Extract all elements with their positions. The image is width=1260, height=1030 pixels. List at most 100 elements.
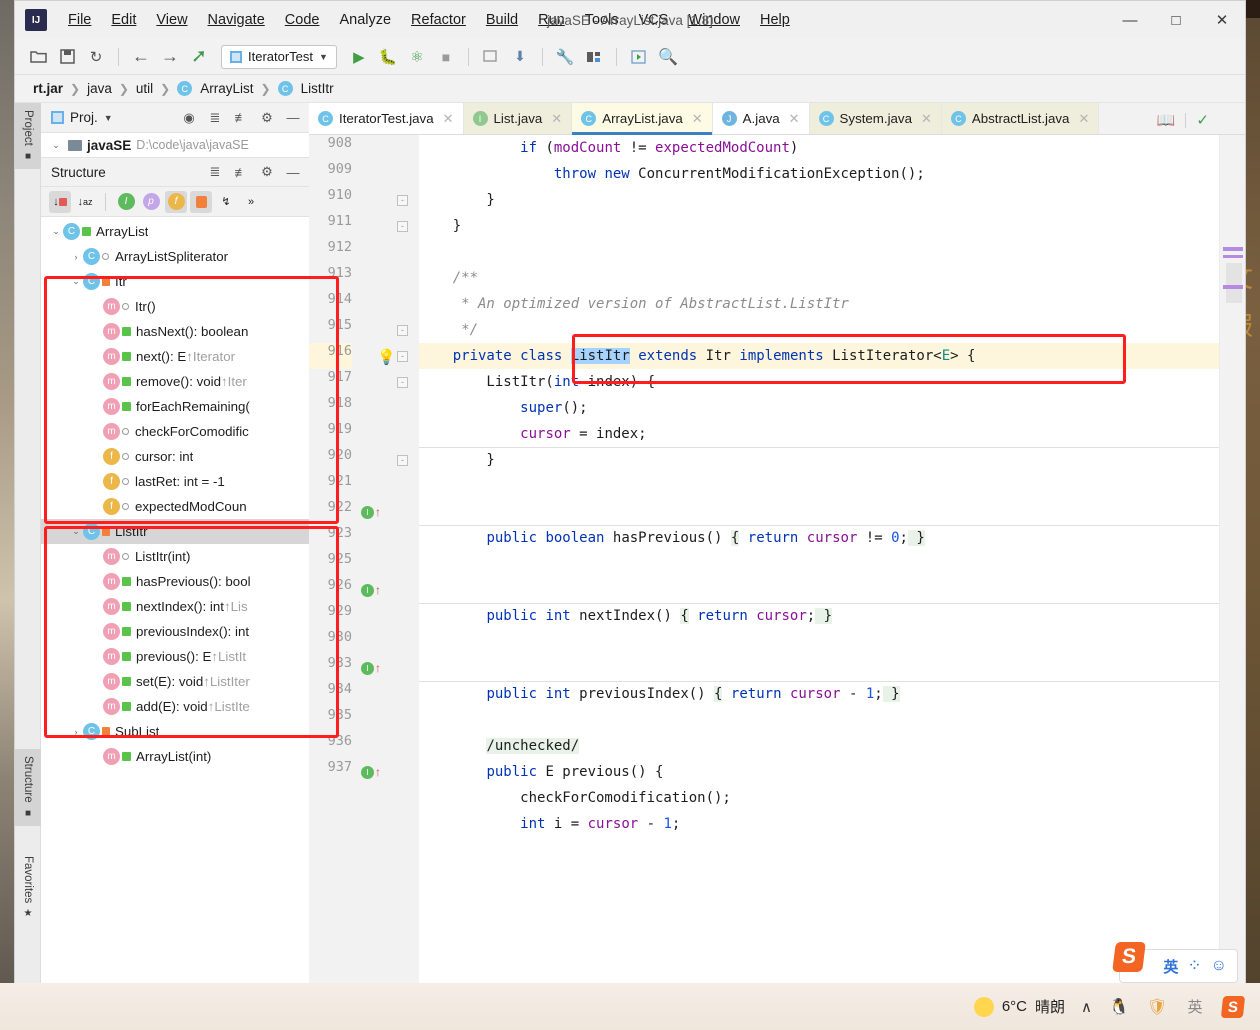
line-number[interactable]: 914 xyxy=(309,291,352,317)
structure-tree-item[interactable]: flastRet: int = -1 xyxy=(41,469,309,494)
inspections-ok-icon[interactable]: ✓ xyxy=(1196,111,1209,129)
minimize-button[interactable]: — xyxy=(1107,1,1153,39)
code-line[interactable]: public boolean hasPrevious() { return cu… xyxy=(419,525,1219,551)
close-icon[interactable]: ✕ xyxy=(789,111,800,127)
line-number[interactable]: 910 xyxy=(309,187,352,213)
show-inherited-icon[interactable]: I xyxy=(115,191,137,213)
implementing-method-icon[interactable]: I↑ xyxy=(361,583,381,597)
run-configuration-selector[interactable]: IteratorTest ▼ xyxy=(221,45,337,69)
sync-icon[interactable]: ↻ xyxy=(83,44,109,70)
editor-tab[interactable]: CSystem.java✕ xyxy=(810,103,942,134)
rail-button-project[interactable]: Project ■ xyxy=(15,103,41,169)
code-folding-icon[interactable]: - xyxy=(397,377,408,388)
structure-tree-item[interactable]: mforEachRemaining( xyxy=(41,394,309,419)
line-number[interactable]: 930 xyxy=(309,629,352,655)
line-number[interactable]: 918 xyxy=(309,395,352,421)
ime-floating-bar[interactable]: S 英 ⁘ ☺ xyxy=(1119,949,1238,983)
structure-tree-item[interactable]: fcursor: int xyxy=(41,444,309,469)
breadcrumb-item-rtjar[interactable]: rt.jar xyxy=(33,81,63,96)
line-number[interactable]: 913 xyxy=(309,265,352,291)
code-line[interactable]: int i = cursor - 1; xyxy=(419,811,1219,837)
code-line[interactable]: public int previousIndex() { return curs… xyxy=(419,681,1219,707)
menu-analyze[interactable]: Analyze xyxy=(330,8,400,32)
chevron-down-icon[interactable]: ⌄ xyxy=(49,140,63,151)
line-number[interactable]: 925 xyxy=(309,551,352,577)
twisty-icon[interactable]: ⌄ xyxy=(69,276,83,287)
menu-help[interactable]: Help xyxy=(751,8,799,32)
sogou-icon[interactable]: S xyxy=(1221,996,1245,1018)
chevron-down-icon[interactable]: ▼ xyxy=(104,113,113,123)
code-line[interactable]: public E previous() { xyxy=(419,759,1219,785)
twisty-icon[interactable]: ⌄ xyxy=(69,526,83,537)
menu-edit[interactable]: Edit xyxy=(102,8,145,32)
line-number[interactable]: 935 xyxy=(309,707,352,733)
show-fields-icon[interactable]: f xyxy=(165,191,187,213)
sort-by-visibility-icon[interactable]: ↓ xyxy=(49,191,71,213)
expand-all-icon[interactable]: ≣ xyxy=(205,108,225,128)
jump-to-source-icon[interactable]: ➚ xyxy=(186,44,212,70)
code-folding-icon[interactable]: - xyxy=(397,195,408,206)
close-icon[interactable]: ✕ xyxy=(921,111,932,127)
line-number[interactable]: 915 xyxy=(309,317,352,343)
rail-button-favorites[interactable]: Favorites ★ xyxy=(15,849,41,926)
gear-icon[interactable]: ⚙ xyxy=(257,108,277,128)
tray-chevron-icon[interactable]: ∧ xyxy=(1081,998,1092,1016)
code-line[interactable] xyxy=(419,551,1219,577)
shield-icon[interactable]: 🛡 xyxy=(1146,996,1168,1018)
code-line[interactable] xyxy=(419,655,1219,681)
structure-tree-item[interactable]: fexpectedModCoun xyxy=(41,494,309,519)
structure-tree-item[interactable]: mItr() xyxy=(41,294,309,319)
code-line[interactable] xyxy=(419,707,1219,733)
code-line[interactable]: /unchecked/ xyxy=(419,733,1219,759)
maximize-button[interactable]: □ xyxy=(1153,1,1199,39)
code-line[interactable]: checkForComodification(); xyxy=(419,785,1219,811)
gutter-markers[interactable]: ------I↑I↑I↑I↑💡 xyxy=(359,135,419,1001)
debug-icon[interactable]: 🐛 xyxy=(375,44,401,70)
show-properties-icon[interactable]: p xyxy=(140,191,162,213)
code-folding-icon[interactable]: - xyxy=(397,351,408,362)
implementing-method-icon[interactable]: I↑ xyxy=(361,661,381,675)
update-app-icon[interactable] xyxy=(478,44,504,70)
twisty-icon[interactable]: › xyxy=(69,252,83,262)
structure-tree-item[interactable]: mset(E): void ↑ListIter xyxy=(41,669,309,694)
structure-tree[interactable]: ⌄CArrayList›CArrayListSpliterator⌄CItrmI… xyxy=(41,217,309,1001)
twisty-icon[interactable]: ⌄ xyxy=(49,226,63,237)
structure-tree-item[interactable]: mpreviousIndex(): int xyxy=(41,619,309,644)
collapse-all-icon[interactable]: ≢ xyxy=(231,162,251,182)
reader-mode-icon[interactable]: 📖 xyxy=(1157,111,1176,129)
structure-panel-title[interactable]: Structure xyxy=(51,165,106,180)
source-code[interactable]: if (modCount != expectedModCount) throw … xyxy=(419,135,1219,1001)
structure-tree-item[interactable]: madd(E): void ↑ListIte xyxy=(41,694,309,719)
menu-navigate[interactable]: Navigate xyxy=(199,8,274,32)
code-line[interactable]: throw new ConcurrentModificationExceptio… xyxy=(419,161,1219,187)
sogou-logo-icon[interactable]: S xyxy=(1113,942,1147,972)
editor-tab[interactable]: CIteratorTest.java✕ xyxy=(309,103,464,134)
line-number[interactable]: 921 xyxy=(309,473,352,499)
line-number[interactable]: 917 xyxy=(309,369,352,395)
minimize-icon[interactable]: — xyxy=(283,108,303,128)
show-hierarchy-icon[interactable]: ↯ xyxy=(215,191,237,213)
sort-alphabetically-icon[interactable]: ↓az xyxy=(74,191,96,213)
code-folding-icon[interactable]: - xyxy=(397,325,408,336)
line-number[interactable]: 936 xyxy=(309,733,352,759)
gear-icon[interactable]: ⚙ xyxy=(257,162,277,182)
line-number[interactable]: 929 xyxy=(309,603,352,629)
close-button[interactable]: ✕ xyxy=(1199,1,1245,39)
lightbulb-icon[interactable]: 💡 xyxy=(377,348,396,366)
line-number[interactable]: 934 xyxy=(309,681,352,707)
open-folder-icon[interactable] xyxy=(25,44,51,70)
close-icon[interactable]: ✕ xyxy=(443,111,454,127)
structure-tree-item[interactable]: mArrayList(int) xyxy=(41,744,309,769)
expand-all-icon[interactable]: ≣ xyxy=(205,162,225,182)
code-line[interactable]: super(); xyxy=(419,395,1219,421)
structure-tree-item[interactable]: ⌄CItr xyxy=(41,269,309,294)
code-line[interactable]: ListItr(int index) { xyxy=(419,369,1219,395)
breadcrumb-item-arraylist[interactable]: ArrayList xyxy=(200,81,253,96)
code-line[interactable] xyxy=(419,499,1219,525)
locate-icon[interactable]: ◉ xyxy=(179,108,199,128)
ime-mode-label[interactable]: 英 xyxy=(1163,956,1178,977)
collapse-all-icon[interactable]: ≢ xyxy=(231,108,251,128)
stop-icon[interactable]: ■ xyxy=(433,44,459,70)
code-line[interactable]: */ xyxy=(419,317,1219,343)
code-line[interactable]: public int nextIndex() { return cursor; … xyxy=(419,603,1219,629)
